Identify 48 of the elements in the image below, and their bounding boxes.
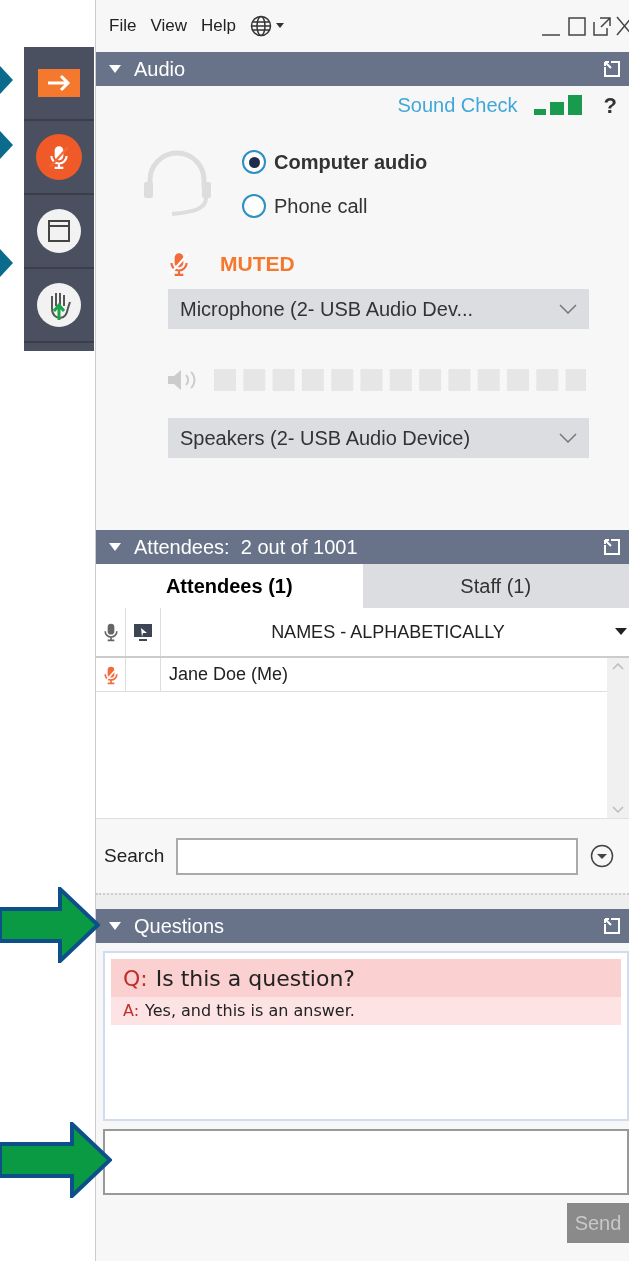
globe-icon[interactable]	[249, 15, 272, 37]
screen-icon	[133, 623, 153, 641]
caret-icon[interactable]	[275, 23, 284, 29]
question-input[interactable]	[103, 1129, 629, 1195]
attendee-row[interactable]: Jane Doe (Me)	[96, 658, 607, 692]
menu-item[interactable]: Help	[200, 13, 236, 39]
splitter-handle[interactable]	[96, 893, 629, 909]
chevron-down-icon	[559, 433, 577, 443]
muted-status: MUTED	[220, 251, 295, 278]
annotation-arrow	[0, 66, 14, 94]
questions-header[interactable]: Questions	[96, 909, 629, 943]
device-dropdown[interactable]: Microphone (2- USB Audio Dev...	[168, 289, 589, 329]
section-title: Audio	[134, 57, 187, 82]
device-dropdown[interactable]: Speakers (2- USB Audio Device)	[168, 418, 589, 458]
column-header[interactable]: NAMES - ALPHABETICALLY	[161, 618, 615, 646]
popout-icon[interactable]	[603, 538, 621, 556]
menu-item[interactable]: View	[150, 13, 187, 39]
audio-option-radio[interactable]: Computer audio	[242, 140, 428, 184]
popout-icon[interactable]	[603, 917, 621, 935]
section-title: Questions	[134, 914, 226, 939]
menu-item[interactable]: File	[109, 13, 137, 39]
popout-icon[interactable]	[603, 60, 621, 78]
attendees-header[interactable]: Attendees: 2 out of 1001	[96, 530, 629, 564]
collapse-caret-icon[interactable]	[108, 542, 122, 552]
dropdown-circle-icon[interactable]	[590, 844, 615, 868]
headset-icon	[144, 148, 214, 218]
collapse-caret-icon[interactable]	[108, 64, 122, 74]
raise-hand-icon[interactable]	[36, 282, 82, 328]
window-icon[interactable]	[36, 208, 82, 254]
section-title: Attendees: 2 out of 1001	[134, 535, 359, 560]
search-field[interactable]	[176, 837, 579, 875]
sort-caret-icon[interactable]	[615, 628, 627, 636]
annotation-arrow	[0, 131, 14, 159]
attendee-tab[interactable]: Attendees (1)	[96, 564, 363, 608]
help-icon[interactable]: ?	[603, 88, 617, 122]
answer-text: A: Yes, and this is an answer.	[122, 1000, 356, 1022]
annotation-arrow	[0, 249, 14, 277]
question-card[interactable]: Q: Is this a question? A: Yes, and this is an answer.	[111, 959, 621, 1025]
collapse-caret-icon[interactable]	[108, 921, 122, 931]
signal-level-icon	[533, 95, 584, 115]
audio-header[interactable]: Audio	[96, 52, 629, 86]
mute-button[interactable]	[36, 134, 82, 180]
search-label: Search	[104, 843, 165, 868]
question-text: Q: Is this a question?	[111, 959, 621, 997]
audio-option-radio[interactable]: Phone call	[242, 184, 428, 228]
window-controls-icon[interactable]	[540, 14, 629, 38]
attendee-tab[interactable]: Staff (1)	[362, 564, 629, 608]
chevron-down-icon	[559, 304, 577, 314]
